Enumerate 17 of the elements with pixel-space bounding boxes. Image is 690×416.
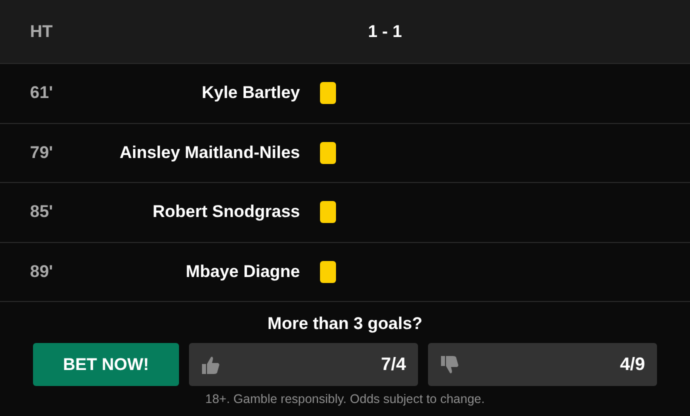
disclaimer-text: 18+. Gamble responsibly. Odds subject to change. — [205, 392, 485, 406]
odds-button[interactable]: 4/9 — [428, 343, 657, 386]
thumbs-down-icon — [440, 354, 460, 374]
match-period: HT — [29, 22, 54, 42]
event-minute: 85' — [29, 202, 54, 222]
player-name: Kyle Bartley — [200, 83, 300, 104]
player-name: Robert Snodgrass — [152, 202, 300, 222]
score: 1 - 1 — [366, 22, 404, 42]
event-minute: 61' — [29, 83, 54, 104]
event-minute: 89' — [29, 262, 54, 282]
bet-now-button[interactable]: BET NOW! — [33, 343, 179, 386]
bet-question: More than 3 goals? — [268, 314, 422, 334]
player-name: Mbaye Diagne — [184, 262, 300, 282]
thumbs-up-icon — [201, 354, 221, 374]
event-minute: 79' — [29, 142, 54, 163]
odds-button[interactable]: 7/4 — [189, 343, 418, 386]
player-name: Ainsley Maitland-Niles — [118, 142, 300, 163]
